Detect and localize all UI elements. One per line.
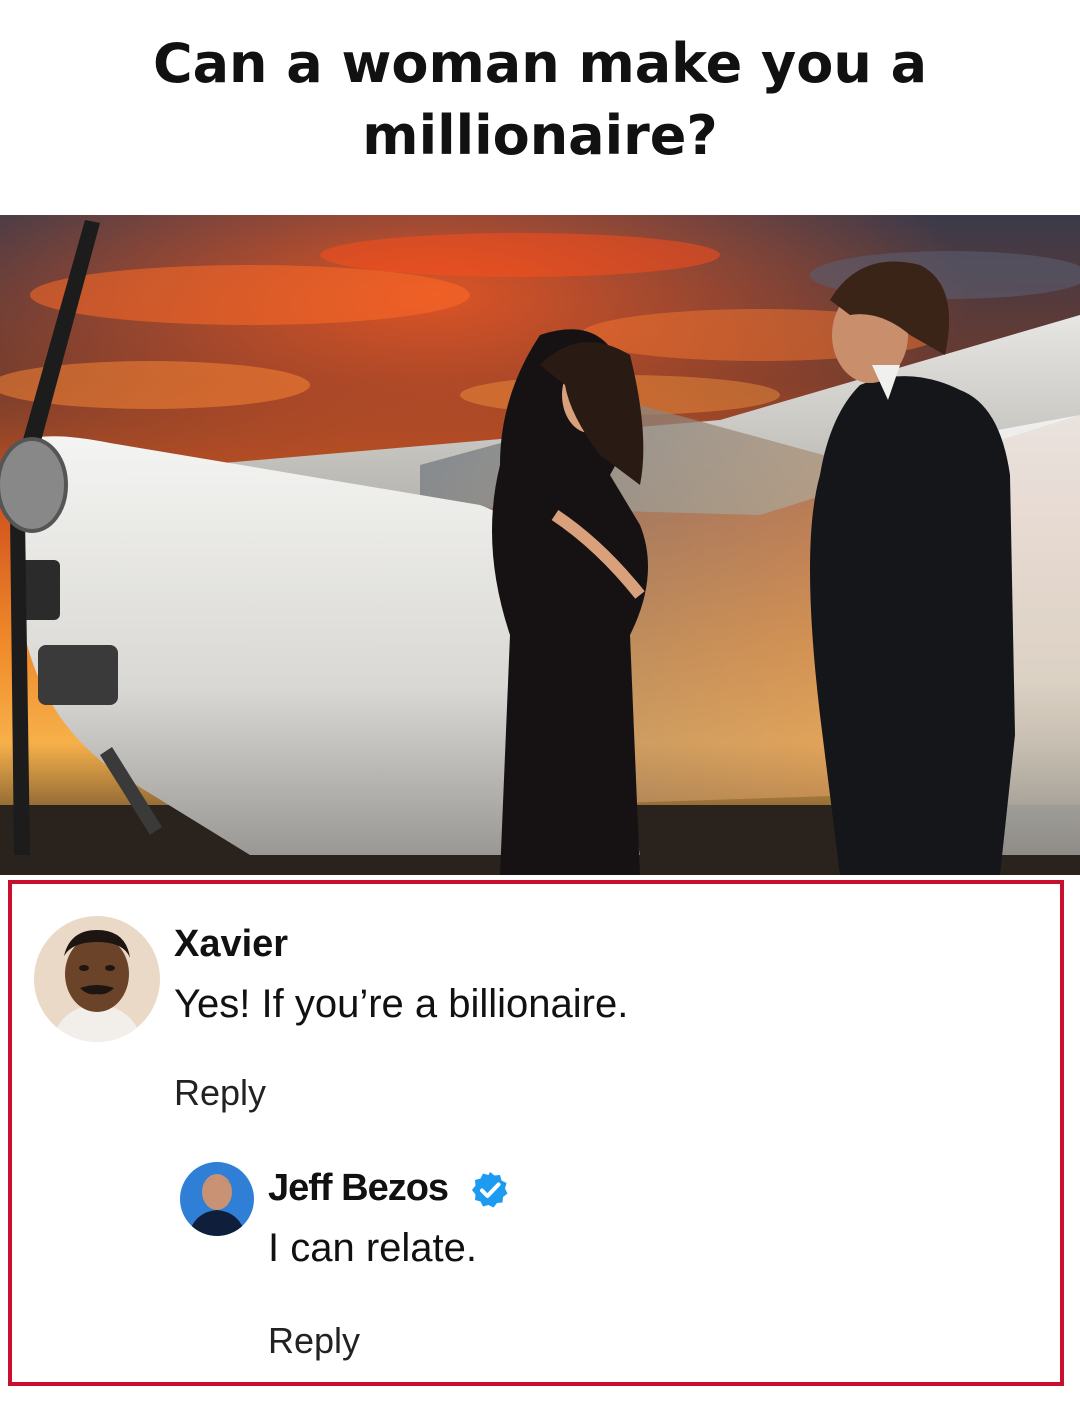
jeff-bezos-avatar-photo: [180, 1162, 254, 1236]
headline-line-1: Can a woman make you a: [152, 32, 928, 95]
post-image: [0, 215, 1080, 875]
reply-button-jeff-bezos[interactable]: Reply: [268, 1320, 360, 1362]
highlighted-comment-thread: Xavier Yes! If you’re a billionaire. Rep…: [8, 880, 1064, 1386]
comment-text-xavier: Yes! If you’re a billionaire.: [174, 982, 629, 1026]
xavier-avatar-photo: [34, 916, 160, 1042]
sunset-airplane-couple-image: [0, 215, 1080, 875]
comment-text-jeff-bezos: I can relate.: [268, 1226, 478, 1270]
verified-badge-icon: [470, 1170, 510, 1210]
xavier-avatar[interactable]: [34, 916, 160, 1042]
comment-author-jeff-bezos[interactable]: Jeff Bezos: [268, 1166, 449, 1210]
reply-button-xavier[interactable]: Reply: [174, 1072, 266, 1114]
headline-line-2: millionaire?: [362, 104, 718, 167]
jeff-bezos-avatar[interactable]: [180, 1162, 254, 1236]
comment-author-xavier[interactable]: Xavier: [174, 922, 288, 966]
post-headline: Can a woman make you a millionaire?: [60, 28, 1020, 172]
